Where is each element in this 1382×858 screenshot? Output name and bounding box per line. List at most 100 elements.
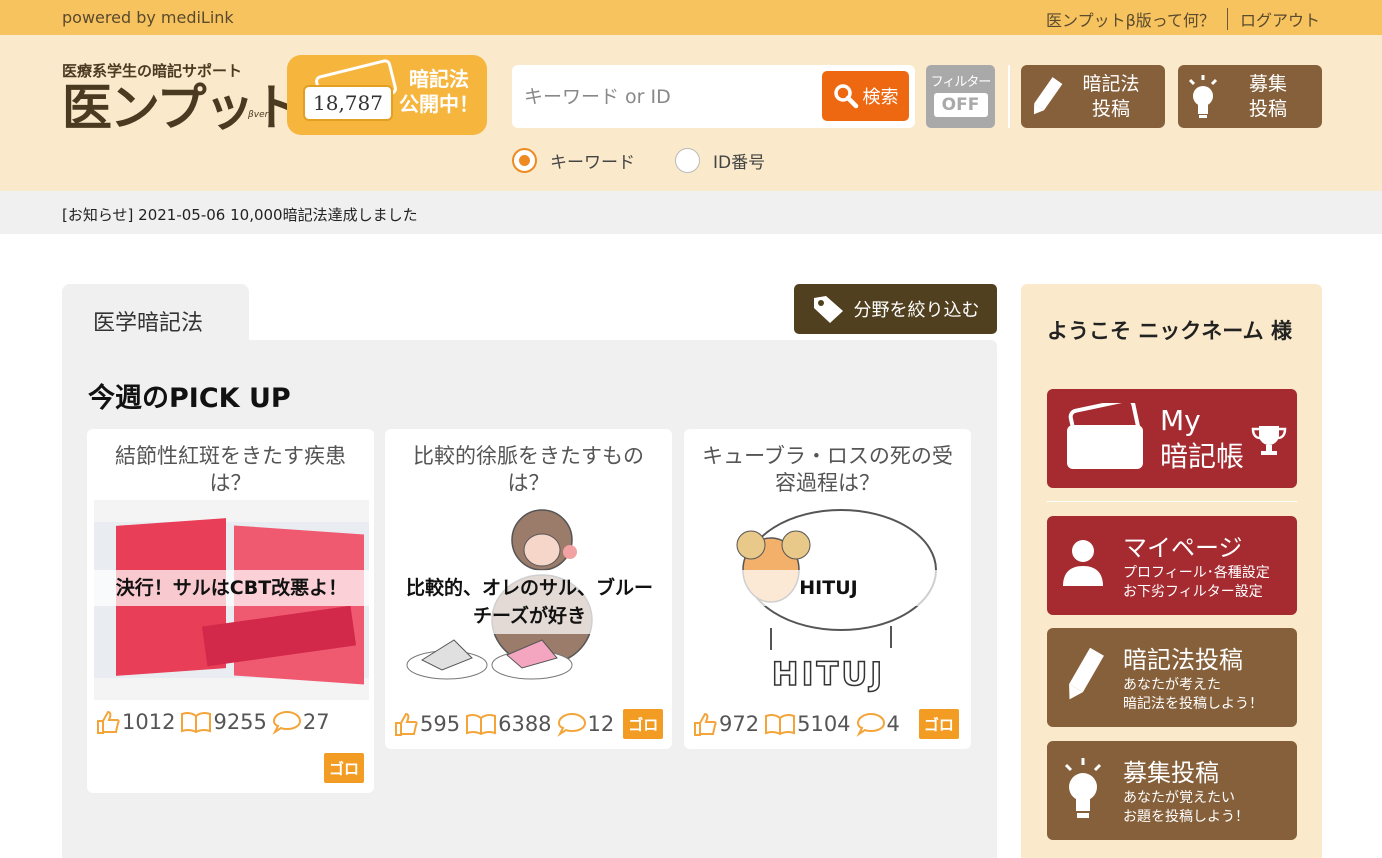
post-recruit-line2: 投稿: [1248, 97, 1287, 120]
radio-selected-dot: [519, 155, 530, 166]
post-mnemonic-label: 暗記法 投稿: [1071, 72, 1151, 122]
comment-count: 12: [587, 712, 615, 736]
my-notebook-button[interactable]: My 暗記帳: [1047, 389, 1297, 488]
sidebar-post-mnemonic-button[interactable]: 暗記法投稿 あなたが考えた 暗記法を投稿しよう！: [1047, 628, 1297, 727]
published-label: 暗記法 公開中！: [395, 67, 483, 117]
card-stats: 595 6388 12 ゴロ: [393, 709, 664, 739]
mnemonic-card[interactable]: キューブラ・ロスの死の受容過程は？ HITUJ HITUJ 972 5104 4…: [684, 429, 971, 749]
comment-count: 4: [886, 712, 900, 736]
search-mode-id-radio[interactable]: [675, 148, 700, 173]
sidebar-recruit-sub-line1: あなたが覚えたい: [1123, 790, 1235, 806]
sidebar-recruit-subtitle: あなたが覚えたい お題を投稿しよう！: [1123, 789, 1249, 827]
card-title[interactable]: キューブラ・ロスの死の受容過程は？: [692, 443, 963, 497]
pencil-icon: [1021, 75, 1071, 119]
top-links-divider: [1226, 8, 1228, 30]
thumbs-up-icon: [97, 710, 120, 734]
notice-text[interactable]: [お知らせ] 2021-05-06 10,000暗記法達成しました: [62, 204, 418, 225]
top-bar: powered by mediLink 医ンプットβ版って何？ ログアウト: [0, 0, 1382, 35]
card-overlay-text: 比較的、オレのサル、ブルーチーズが好き: [392, 570, 667, 634]
view-count: 5104: [797, 712, 851, 736]
narrow-field-button[interactable]: 分野を絞り込む: [794, 284, 997, 334]
search-button-label: 検索: [862, 87, 899, 107]
pickup-heading: 今週のPICK UP: [88, 383, 291, 414]
card-overlay-text: HITUJ: [691, 570, 966, 606]
comment-icon: [556, 712, 586, 737]
search-mode-keyword-label[interactable]: キーワード: [550, 148, 635, 173]
card-title[interactable]: 比較的徐脈をきたすものは？: [393, 443, 664, 497]
mypage-sub-line1: プロフィール･各種設定: [1123, 565, 1270, 581]
post-mnemonic-line1: 暗記法: [1082, 72, 1140, 95]
header: 医療系学生の暗記サポート 医ンプット βver 18,787 暗記法 公開中！ …: [0, 35, 1382, 191]
card-overlay-text: 決行！サルはCBT改悪よ！: [94, 570, 369, 606]
user-icon: [1063, 540, 1103, 586]
sidebar-recruit-sub-line2: お題を投稿しよう！: [1123, 809, 1249, 825]
search-input[interactable]: [524, 78, 814, 116]
filter-toggle[interactable]: フィルター OFF: [926, 65, 995, 128]
sidebar-post-recruit-button[interactable]: 募集投稿 あなたが覚えたい お題を投稿しよう！: [1047, 741, 1297, 840]
like-count: 595: [420, 712, 461, 736]
goro-badge: ゴロ: [623, 709, 664, 739]
site-logo[interactable]: 医療系学生の暗記サポート 医ンプット βver: [62, 60, 303, 137]
sidebar-post-title: 暗記法投稿: [1123, 646, 1243, 674]
my-notebook-label: My 暗記帳: [1160, 403, 1244, 475]
my-notebook-line2: 暗記帳: [1160, 440, 1245, 473]
post-mnemonic-line2: 投稿: [1091, 97, 1130, 120]
comment-count: 27: [302, 710, 330, 734]
published-count-badge: 18,787 暗記法 公開中！: [287, 55, 487, 135]
goro-badge: ゴロ: [918, 709, 959, 739]
tag-icon: [813, 296, 843, 323]
tab-label: 医学暗記法: [93, 311, 204, 336]
search-mode-group: キーワード ID番号: [512, 148, 765, 173]
like-count: 1012: [122, 710, 176, 734]
sidebar-post-sub-line1: あなたが考えた: [1123, 677, 1221, 693]
sidebar-post-sub-line2: 暗記法を投稿しよう！: [1123, 696, 1263, 712]
mypage-subtitle: プロフィール･各種設定 お下劣フィルター設定: [1123, 564, 1270, 602]
header-divider: [1008, 65, 1010, 128]
narrow-field-label: 分野を絞り込む: [853, 300, 980, 321]
published-count: 18,787: [303, 85, 393, 121]
post-mnemonic-button[interactable]: 暗記法 投稿: [1021, 65, 1165, 128]
tab-medical-mnemonics[interactable]: 医学暗記法: [62, 284, 249, 344]
cards-icon: [1067, 403, 1143, 469]
post-recruit-button[interactable]: 募集 投稿: [1178, 65, 1322, 128]
book-icon: [181, 711, 212, 734]
search-mode-keyword-radio[interactable]: [512, 148, 537, 173]
sidebar-post-subtitle: あなたが考えた 暗記法を投稿しよう！: [1123, 676, 1263, 714]
view-count: 6388: [498, 712, 552, 736]
trophy-icon: [1251, 426, 1287, 455]
card-stats: 1012 9255 27: [95, 709, 335, 735]
sheep-image-text: HITUJ: [771, 654, 886, 694]
mnemonic-card[interactable]: 比較的徐脈をきたすものは？ 比較的、オレのサル、ブルーチーズが好き 595 63…: [385, 429, 672, 749]
search-box: 検索: [512, 65, 915, 128]
comment-icon: [272, 710, 301, 735]
card-title[interactable]: 結節性紅斑をきたす疾患は？: [95, 443, 366, 497]
notice-bar: [お知らせ] 2021-05-06 10,000暗記法達成しました: [0, 191, 1382, 234]
logo-tagline: 医療系学生の暗記サポート: [62, 62, 243, 80]
pencil-icon: [1069, 647, 1104, 700]
mypage-title: マイページ: [1123, 534, 1243, 562]
mypage-button[interactable]: マイページ プロフィール･各種設定 お下劣フィルター設定: [1047, 516, 1297, 615]
published-label-line1: 暗記法: [409, 67, 469, 91]
sidebar-recruit-title: 募集投稿: [1123, 759, 1219, 787]
comment-icon: [855, 712, 885, 737]
thumbs-up-icon: [694, 712, 717, 736]
search-button[interactable]: 検索: [822, 71, 909, 121]
card-thumbnail[interactable]: HITUJ HITUJ: [691, 500, 966, 700]
logo-name: 医ンプット: [62, 79, 303, 137]
sidebar-divider: [1047, 501, 1297, 502]
view-count: 9255: [213, 710, 267, 734]
about-beta-link[interactable]: 医ンプットβ版って何？: [1046, 7, 1215, 31]
search-mode-id-label[interactable]: ID番号: [713, 148, 765, 173]
post-recruit-line1: 募集: [1248, 72, 1287, 95]
book-icon: [466, 713, 497, 736]
search-icon: [833, 84, 858, 109]
logout-link[interactable]: ログアウト: [1240, 7, 1320, 31]
top-links: 医ンプットβ版って何？ ログアウト: [1046, 7, 1320, 31]
mypage-sub-line2: お下劣フィルター設定: [1123, 584, 1263, 600]
card-thumbnail[interactable]: 決行！サルはCBT改悪よ！: [94, 500, 369, 700]
card-thumbnail[interactable]: 比較的、オレのサル、ブルーチーズが好き: [392, 500, 667, 700]
mnemonic-card[interactable]: 結節性紅斑をきたす疾患は？ 決行！サルはCBT改悪よ！ 1012 9255 27…: [87, 429, 374, 793]
filter-state: OFF: [933, 93, 988, 117]
logo-beta-mark: βver: [248, 110, 269, 120]
post-recruit-label: 募集 投稿: [1228, 72, 1308, 122]
